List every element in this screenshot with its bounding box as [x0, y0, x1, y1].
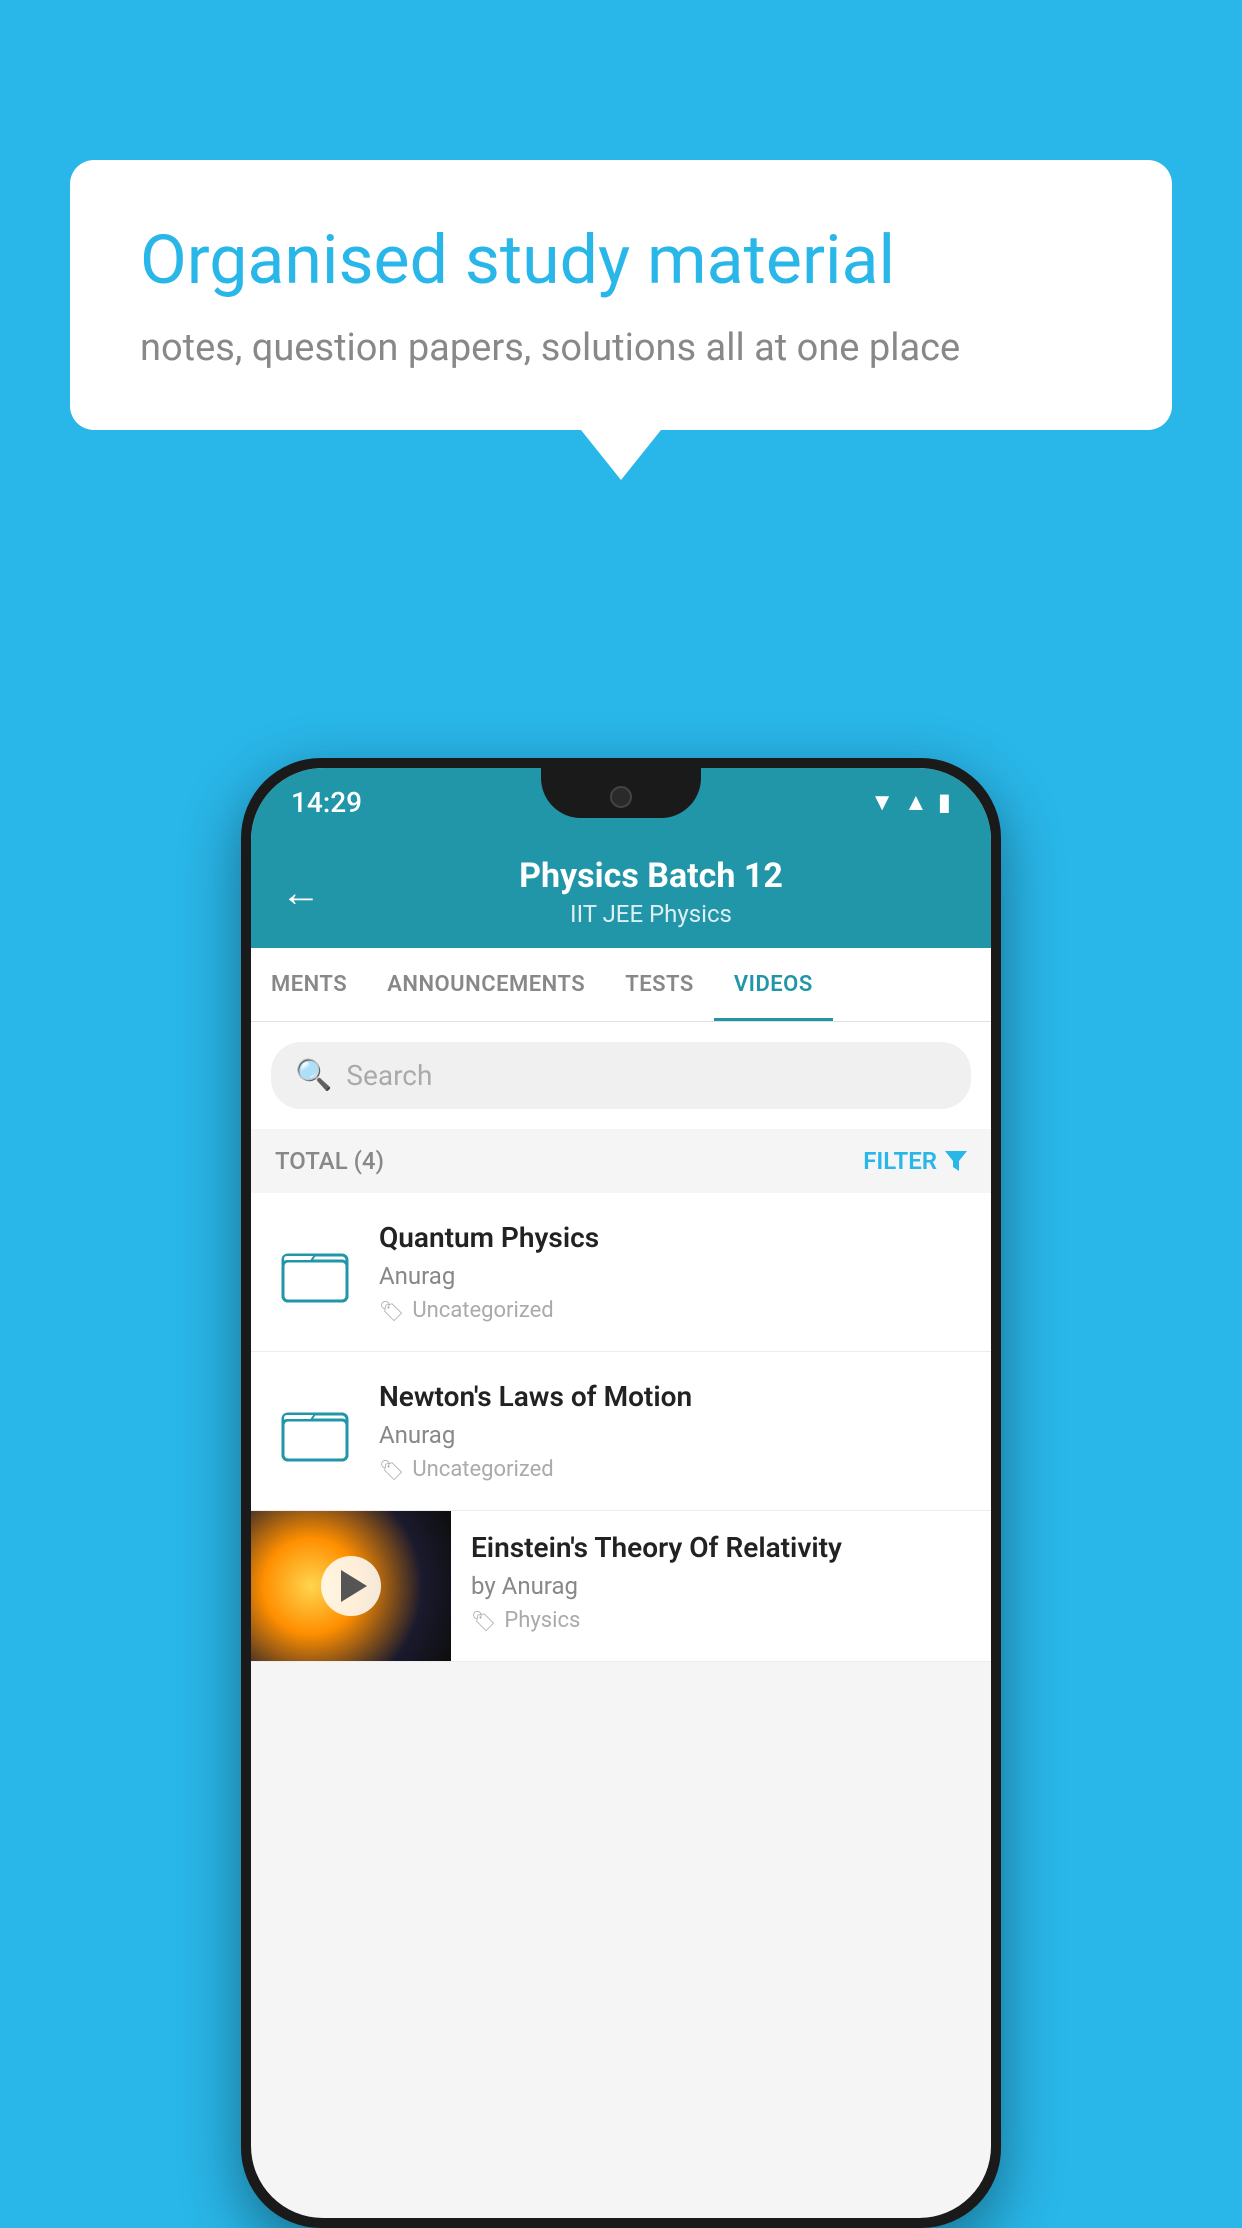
video-item-title: Einstein's Theory Of Relativity	[471, 1531, 971, 1564]
folder-icon-wrap	[275, 1232, 355, 1312]
tab-bar: MENTS ANNOUNCEMENTS TESTS VIDEOS	[251, 948, 991, 1022]
speech-bubble-subtitle: notes, question papers, solutions all at…	[140, 326, 1102, 370]
tab-tests[interactable]: TESTS	[605, 948, 714, 1021]
item-tag: 🏷 Uncategorized	[379, 1298, 967, 1323]
folder-icon	[281, 1400, 349, 1462]
total-label: TOTAL (4)	[275, 1147, 384, 1175]
battery-icon: ▮	[938, 788, 951, 816]
status-time: 14:29	[291, 786, 362, 819]
item-author: Anurag	[379, 1421, 967, 1449]
list-item[interactable]: Quantum Physics Anurag 🏷 Uncategorized	[251, 1193, 991, 1352]
phone-inner: 14:29 ▼ ▲ ▮ ← Physics Batch 12 IIT JEE P…	[251, 768, 991, 2218]
signal-icon: ▲	[904, 788, 928, 817]
video-item-info: Einstein's Theory Of Relativity by Anura…	[451, 1511, 991, 1653]
item-title: Newton's Laws of Motion	[379, 1380, 967, 1413]
speech-bubble-tail	[581, 430, 661, 480]
filter-row: TOTAL (4) FILTER	[251, 1129, 991, 1193]
item-author: Anurag	[379, 1262, 967, 1290]
status-icons: ▼ ▲ ▮	[870, 788, 951, 817]
list-item[interactable]: Newton's Laws of Motion Anurag 🏷 Uncateg…	[251, 1352, 991, 1511]
filter-button[interactable]: FILTER	[863, 1147, 967, 1175]
folder-icon-wrap	[275, 1391, 355, 1471]
speech-bubble-card: Organised study material notes, question…	[70, 160, 1172, 480]
notch	[541, 768, 701, 818]
tag-icon: 🏷	[379, 1299, 404, 1323]
video-item-tag: 🏷 Physics	[471, 1608, 971, 1633]
list-item-video[interactable]: Einstein's Theory Of Relativity by Anura…	[251, 1511, 991, 1662]
header-subtitle: IIT JEE Physics	[341, 900, 961, 928]
video-item-author: by Anurag	[471, 1572, 971, 1600]
notch-camera	[610, 786, 632, 808]
status-bar: 14:29 ▼ ▲ ▮	[251, 768, 991, 836]
wifi-icon: ▼	[870, 788, 894, 817]
item-tag: 🏷 Uncategorized	[379, 1457, 967, 1482]
item-info: Newton's Laws of Motion Anurag 🏷 Uncateg…	[379, 1380, 967, 1482]
tab-announcements[interactable]: ANNOUNCEMENTS	[367, 948, 605, 1021]
folder-icon	[281, 1241, 349, 1303]
phone-frame: 14:29 ▼ ▲ ▮ ← Physics Batch 12 IIT JEE P…	[241, 758, 1001, 2228]
play-button[interactable]	[321, 1556, 381, 1616]
search-bar[interactable]: 🔍 Search	[271, 1042, 971, 1109]
tab-ments[interactable]: MENTS	[251, 948, 367, 1021]
tag-icon: 🏷	[471, 1609, 496, 1633]
header-title: Physics Batch 12	[341, 856, 961, 896]
tag-icon: 🏷	[379, 1458, 404, 1482]
filter-funnel-icon	[945, 1151, 967, 1171]
item-info: Quantum Physics Anurag 🏷 Uncategorized	[379, 1221, 967, 1323]
search-icon: 🔍	[295, 1058, 332, 1093]
search-bar-wrapper: 🔍 Search	[251, 1022, 991, 1129]
play-triangle-icon	[341, 1570, 367, 1602]
header-title-area: Physics Batch 12 IIT JEE Physics	[341, 856, 961, 928]
tab-videos[interactable]: VIDEOS	[714, 948, 833, 1021]
speech-bubble-body: Organised study material notes, question…	[70, 160, 1172, 430]
speech-bubble-title: Organised study material	[140, 220, 1102, 302]
video-thumbnail	[251, 1511, 451, 1661]
content-area: 🔍 Search TOTAL (4) FILTER	[251, 1022, 991, 1662]
app-header: ← Physics Batch 12 IIT JEE Physics	[251, 836, 991, 948]
search-placeholder: Search	[346, 1059, 432, 1092]
item-title: Quantum Physics	[379, 1221, 967, 1254]
back-button[interactable]: ←	[281, 869, 321, 916]
